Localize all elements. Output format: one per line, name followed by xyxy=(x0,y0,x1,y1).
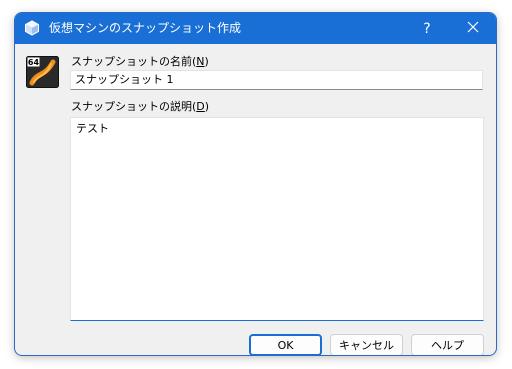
snapshot-name-input[interactable]: スナップショット 1 xyxy=(70,70,483,90)
question-icon: ? xyxy=(423,20,431,37)
snapshot-description-textarea[interactable]: テスト xyxy=(70,117,484,321)
name-label: スナップショットの名前(N) xyxy=(71,55,209,68)
help-title-button[interactable]: ? xyxy=(404,13,450,44)
ok-button[interactable]: OK xyxy=(249,334,322,355)
64-bit-os-icon: 64 xyxy=(26,56,59,88)
dialog-body: 64 スナップショットの名前(N) スナップショット 1 スナップショットの説明… xyxy=(15,44,496,355)
description-mnemonic: D xyxy=(196,100,205,113)
virtualbox-cube-icon xyxy=(24,20,40,36)
title-bar[interactable]: 仮想マシンのスナップショット作成 ? xyxy=(15,13,496,44)
cancel-button[interactable]: キャンセル xyxy=(330,334,403,355)
64-badge-text: 64 xyxy=(28,58,40,67)
snapshot-dialog: 仮想マシンのスナップショット作成 ? 64 スナップショットの名前(N) スナッ… xyxy=(15,13,496,355)
help-button[interactable]: ヘルプ xyxy=(411,334,484,355)
name-mnemonic: N xyxy=(196,55,205,68)
close-button[interactable] xyxy=(450,13,496,44)
window-title: 仮想マシンのスナップショット作成 xyxy=(49,21,242,35)
close-icon xyxy=(467,21,479,36)
description-label: スナップショットの説明(D) xyxy=(71,100,210,113)
screen: 仮想マシンのスナップショット作成 ? 64 スナップショットの名前(N) スナッ… xyxy=(0,0,512,369)
